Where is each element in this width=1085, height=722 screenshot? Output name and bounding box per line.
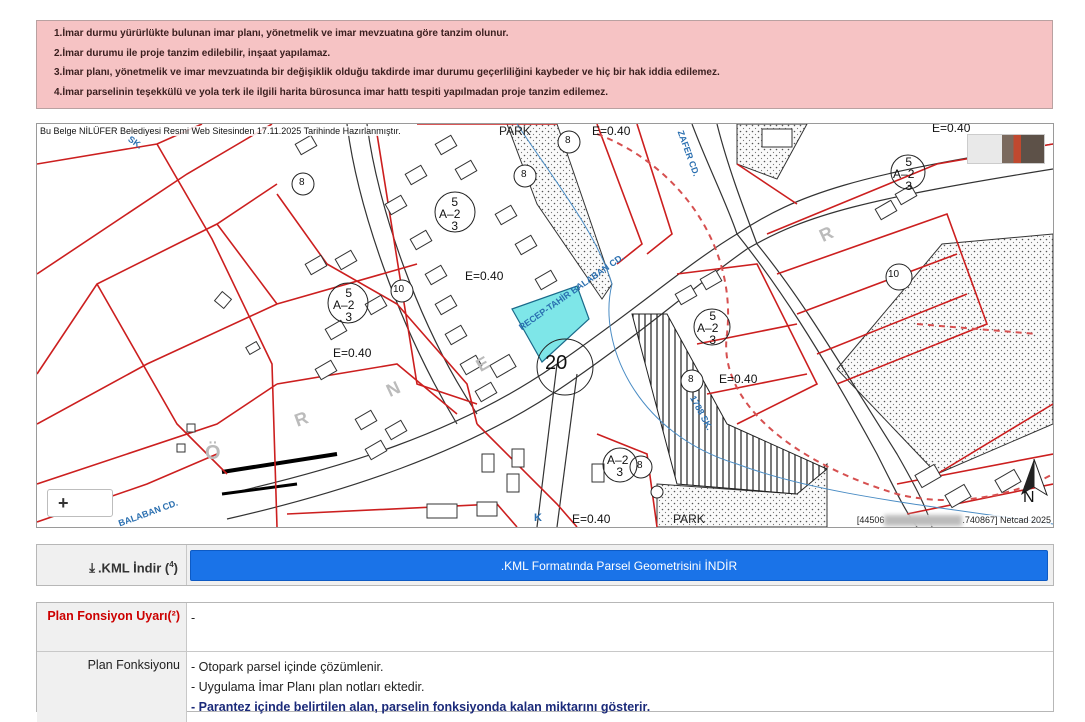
plan-function-line-2: - Uygulama İmar Planı plan notları ekted… <box>191 680 425 694</box>
notice-box: 1.İmar durmu yürürlükte bulunan imar pla… <box>36 20 1053 109</box>
fraction-a: A <box>333 298 342 312</box>
plan-function-value: - Otopark parsel içinde çözümlenir. - Uy… <box>187 652 1053 717</box>
hatched-area <box>631 313 828 495</box>
fraction-bottom: 3 <box>345 310 353 324</box>
fraction-a: A <box>893 167 902 181</box>
plan-function-key: Plan Fonksiyonu <box>37 652 187 722</box>
coordinate-readout: [44506 .740867] Netcad 2025 <box>856 515 1051 527</box>
kml-label-text: .KML İndir ( <box>97 560 170 576</box>
kml-label: ⤓ .KML İndir (4) <box>37 545 187 585</box>
kml-label-close: ) <box>173 560 178 576</box>
notice-item-4: 4.İmar parselinin teşekkülü ve yola terk… <box>54 86 609 98</box>
fraction-bottom: 3 <box>451 219 459 233</box>
zoom-in-button[interactable]: + <box>47 489 113 517</box>
circle-label-20: 20 <box>545 352 568 374</box>
fraction-bottom: 3 <box>709 333 717 347</box>
kml-download-button[interactable]: .KML Formatında Parsel Geometrisini İNDİ… <box>190 550 1048 581</box>
plan-info-table: Plan Fonsiyon Uyarı(²) - Plan Fonksiyonu… <box>36 602 1054 722</box>
notice-item-1: 1.İmar durmu yürürlükte bulunan imar pla… <box>54 28 509 39</box>
zone-letter-o: Ö <box>205 442 221 464</box>
plan-warning-row: Plan Fonsiyon Uyarı(²) - <box>37 603 1053 652</box>
circle-label-8a: 8 <box>565 135 571 146</box>
label-park-top: PARK <box>499 124 531 138</box>
fraction-bottom: 3 <box>905 179 913 193</box>
circle-label-8e: 8 <box>637 460 643 471</box>
label-e040-center: E=0.40 <box>465 269 504 283</box>
zoning-code-center: 5 A–2 3 <box>439 196 460 232</box>
circle-label-8d: 8 <box>688 374 694 385</box>
plan-warning-value: - <box>191 611 196 625</box>
download-icon: ⤓ <box>89 560 95 576</box>
fraction-bottom: 3 <box>616 465 624 479</box>
label-e040-right: E=0.40 <box>719 372 758 386</box>
label-e040-left: E=0.40 <box>333 346 372 360</box>
kml-download-row: ⤓ .KML İndir (4) .KML Formatında Parsel G… <box>36 544 1054 586</box>
circle-label-10b: 10 <box>888 269 900 280</box>
label-e040-topright: E=0.40 <box>932 123 971 135</box>
circle-label-8b: 8 <box>299 177 305 188</box>
north-label: N <box>1023 489 1035 506</box>
label-park-bottom: PARK <box>673 512 705 526</box>
label-e040-top: E=0.40 <box>592 124 631 138</box>
map-caption: Bu Belge NİLÜFER Belediyesi Resmi Web Si… <box>38 126 403 136</box>
label-e040-bottom: E=0.40 <box>572 512 611 526</box>
label-road-k: K <box>534 512 542 524</box>
main-road-black <box>221 452 338 474</box>
circle-label-10a: 10 <box>393 284 405 295</box>
map-circles <box>291 130 926 499</box>
zoning-code-right: 5 A–2 3 <box>697 310 718 346</box>
zoning-code-left: 5 A–2 3 <box>333 287 354 323</box>
fraction-a: A <box>439 207 448 221</box>
notice-item-2: 2.İmar durumu ile proje tanzim edilebili… <box>54 47 331 59</box>
coords-right: .740867] Netcad 2025 <box>962 515 1051 525</box>
circle-label-8c: 8 <box>521 169 527 180</box>
plan-function-line-1: - Otopark parsel içinde çözümlenir. <box>191 660 384 674</box>
fraction-a: A <box>697 321 706 335</box>
fraction-a: A <box>607 453 616 467</box>
coords-left: [44506 <box>856 515 885 525</box>
zoning-code-top-right: 5 A–2 3 <box>893 156 914 192</box>
plan-function-row: Plan Fonksiyonu - Otopark parsel içinde … <box>37 652 1053 722</box>
layer-switcher-thumbnail[interactable] <box>967 134 1045 164</box>
zoning-map[interactable]: Bu Belge NİLÜFER Belediyesi Resmi Web Si… <box>36 123 1054 528</box>
coords-redacted <box>884 515 963 527</box>
zoning-code-bottom: A–2 3 <box>607 454 628 478</box>
plan-function-line-3: - Parantez içinde belirtilen alan, parse… <box>191 700 651 714</box>
notice-item-3: 3.İmar planı, yönetmelik ve imar mevzuat… <box>54 67 720 78</box>
plan-warning-key: Plan Fonsiyon Uyarı(²) <box>37 603 187 651</box>
notice-list: 1.İmar durmu yürürlükte bulunan imar pla… <box>37 21 1052 105</box>
park-area-right <box>836 233 1053 475</box>
